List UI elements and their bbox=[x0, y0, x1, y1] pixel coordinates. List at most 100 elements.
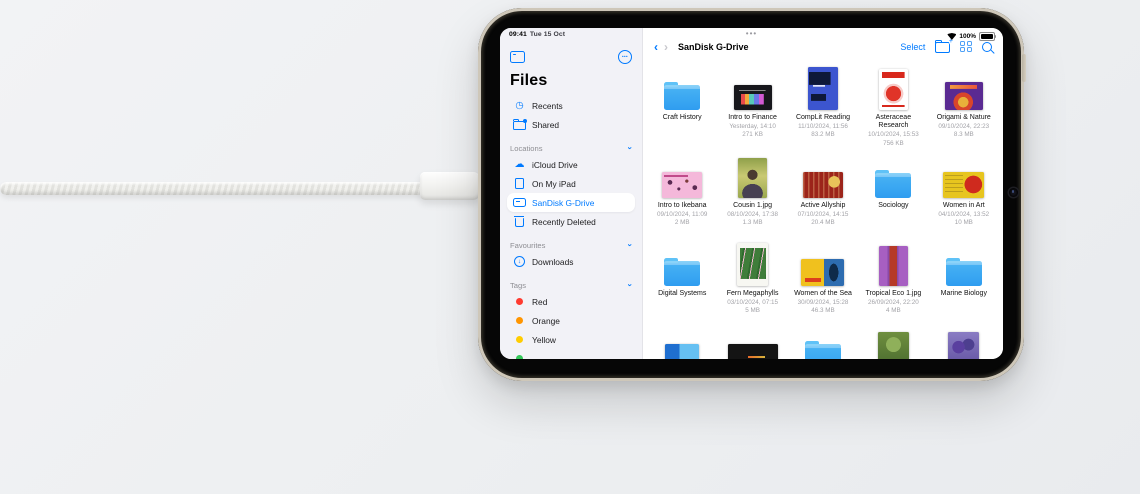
file-item-partial[interactable] bbox=[929, 328, 999, 359]
wifi-icon bbox=[947, 33, 956, 40]
file-size: 10 MB bbox=[955, 219, 973, 226]
file-name: Sociology bbox=[878, 202, 908, 210]
file-item-intro-to-ikebana[interactable]: Intro to Ikebana 09/10/2024, 11:09 2 MB bbox=[647, 152, 717, 240]
green-tag-icon bbox=[516, 355, 523, 359]
sidebar-item-label: Recents bbox=[532, 101, 563, 111]
sidebar-item-label: On My iPad bbox=[532, 179, 576, 189]
multitask-indicator[interactable]: ••• bbox=[500, 29, 1003, 38]
file-item-marine-biology[interactable]: Marine Biology bbox=[929, 240, 999, 328]
orange-tag-icon bbox=[516, 317, 523, 324]
battery-percent: 100% bbox=[959, 33, 976, 40]
chevron-down-icon bbox=[626, 244, 636, 247]
chevron-down-icon bbox=[626, 284, 636, 287]
file-item-partial[interactable] bbox=[647, 328, 717, 359]
file-item-cousin-1-jpg[interactable]: Cousin 1.jpg 08/10/2024, 17:38 1.3 MB bbox=[717, 152, 787, 240]
toolbar: SanDisk G-Drive Select bbox=[643, 40, 1003, 53]
sidebar-item-icloud-drive[interactable]: iCloud Drive bbox=[507, 155, 635, 174]
file-item-partial[interactable] bbox=[717, 328, 787, 359]
file-size: 83.2 MB bbox=[811, 131, 834, 138]
file-item-partial[interactable] bbox=[858, 328, 928, 359]
sidebar-item-sandisk-g-drive[interactable]: SanDisk G-Drive bbox=[507, 193, 635, 212]
file-item-asteraceae-research[interactable]: Asteraceae Research 10/10/2024, 15:53 75… bbox=[858, 64, 928, 152]
sidebar-item-downloads[interactable]: Downloads bbox=[507, 252, 635, 271]
file-grid: Craft History Intro to Finance Yesterday… bbox=[647, 64, 999, 359]
trash-icon bbox=[515, 218, 524, 227]
sidebar-item-shared[interactable]: Shared bbox=[507, 115, 635, 134]
file-name: Marine Biology bbox=[941, 290, 987, 298]
file-size: 4 MB bbox=[886, 307, 901, 314]
file-item-partial[interactable] bbox=[788, 328, 858, 359]
file-thumbnail bbox=[734, 85, 772, 110]
forward-button[interactable] bbox=[664, 41, 668, 53]
file-name: Intro to Finance bbox=[728, 114, 777, 122]
back-button[interactable] bbox=[654, 41, 658, 53]
search-icon[interactable] bbox=[982, 42, 992, 52]
clock-icon bbox=[515, 101, 523, 111]
file-item-digital-systems[interactable]: Digital Systems bbox=[647, 240, 717, 328]
file-item-complit-reading[interactable]: CompLit Reading 11/10/2024, 11:56 83.2 M… bbox=[788, 64, 858, 152]
file-name: Digital Systems bbox=[658, 290, 706, 298]
sidebar-item-tag-red[interactable]: Red bbox=[507, 292, 635, 311]
more-options-icon[interactable] bbox=[618, 50, 632, 64]
file-item-fern-megaphylls[interactable]: Fern Megaphylls 03/10/2024, 07:15 5 MB bbox=[717, 240, 787, 328]
grid-view-icon[interactable] bbox=[960, 41, 972, 53]
external-drive-icon bbox=[513, 198, 526, 207]
section-header-label: Tags bbox=[510, 281, 526, 290]
file-item-women-of-the-sea[interactable]: Women of the Sea 30/09/2024, 15:28 46.3 … bbox=[788, 240, 858, 328]
sidebar-item-label: SanDisk G-Drive bbox=[532, 198, 594, 208]
file-date: 03/10/2024, 07:15 bbox=[727, 299, 778, 306]
file-item-active-allyship[interactable]: Active Allyship 07/10/2024, 14:15 20.4 M… bbox=[788, 152, 858, 240]
folder-icon bbox=[875, 173, 911, 198]
select-button[interactable]: Select bbox=[900, 42, 925, 52]
file-item-craft-history[interactable]: Craft History bbox=[647, 64, 717, 152]
file-item-sociology[interactable]: Sociology bbox=[858, 152, 928, 240]
file-thumbnail bbox=[943, 172, 984, 198]
sidebar-item-on-my-ipad[interactable]: On My iPad bbox=[507, 174, 635, 193]
sidebar-item-label: Orange bbox=[532, 316, 560, 326]
sidebar-item-label: iCloud Drive bbox=[532, 160, 578, 170]
file-thumbnail bbox=[801, 259, 844, 286]
side-button bbox=[1022, 54, 1026, 82]
file-item-women-in-art[interactable]: Women in Art 04/10/2024, 13:52 10 MB bbox=[929, 152, 999, 240]
file-thumbnail bbox=[879, 69, 908, 110]
folder-icon bbox=[805, 344, 841, 359]
sidebar: Files Recents Shared Locations iCloud Dr… bbox=[500, 28, 643, 359]
status-right: 100% bbox=[947, 32, 995, 41]
file-item-intro-to-finance[interactable]: Intro to Finance Yesterday, 14:10 271 KB bbox=[717, 64, 787, 152]
chevron-down-icon bbox=[626, 147, 636, 150]
battery-icon bbox=[979, 32, 995, 41]
sidebar-item-recents[interactable]: Recents bbox=[507, 96, 635, 115]
file-date: 04/10/2024, 13:52 bbox=[938, 211, 989, 218]
sidebar-toggle-icon[interactable] bbox=[510, 51, 525, 63]
file-date: 26/09/2024, 22:20 bbox=[868, 299, 919, 306]
ipad-icon bbox=[515, 178, 524, 190]
scene: 09:41Tue 15 Oct ••• 100% Files Recents bbox=[0, 0, 1140, 494]
section-locations[interactable]: Locations bbox=[510, 143, 632, 153]
file-date: Yesterday, 14:10 bbox=[729, 123, 776, 130]
file-thumbnail bbox=[665, 344, 699, 359]
file-name: Women of the Sea bbox=[794, 290, 852, 298]
new-folder-icon[interactable] bbox=[935, 42, 950, 53]
file-item-origami-nature[interactable]: Origami & Nature 09/10/2024, 22:23 8.3 M… bbox=[929, 64, 999, 152]
file-name: Fern Megaphylls bbox=[727, 290, 779, 298]
sidebar-item-recently-deleted[interactable]: Recently Deleted bbox=[507, 212, 635, 231]
sidebar-item-tag-yellow[interactable]: Yellow bbox=[507, 330, 635, 349]
section-header-label: Favourites bbox=[510, 241, 545, 250]
sidebar-item-label: Red bbox=[532, 297, 547, 307]
section-favourites[interactable]: Favourites bbox=[510, 240, 632, 250]
arrow-down-circle-icon bbox=[514, 256, 525, 267]
yellow-tag-icon bbox=[516, 336, 523, 343]
file-name: CompLit Reading bbox=[796, 114, 850, 122]
file-name: Craft History bbox=[663, 114, 702, 122]
sidebar-item-tag-partial[interactable] bbox=[507, 349, 635, 359]
app-title: Files bbox=[510, 72, 632, 90]
file-size: 756 KB bbox=[883, 140, 904, 147]
file-name: Women in Art bbox=[943, 202, 985, 210]
section-tags[interactable]: Tags bbox=[510, 280, 632, 290]
file-browser-main: SanDisk G-Drive Select Craft History bbox=[643, 28, 1003, 359]
file-item-tropical-eco-1-jpg[interactable]: Tropical Eco 1.jpg 26/09/2024, 22:20 4 M… bbox=[858, 240, 928, 328]
red-tag-icon bbox=[516, 298, 523, 305]
file-thumbnail bbox=[803, 172, 843, 198]
shared-folder-icon bbox=[513, 121, 526, 131]
sidebar-item-tag-orange[interactable]: Orange bbox=[507, 311, 635, 330]
